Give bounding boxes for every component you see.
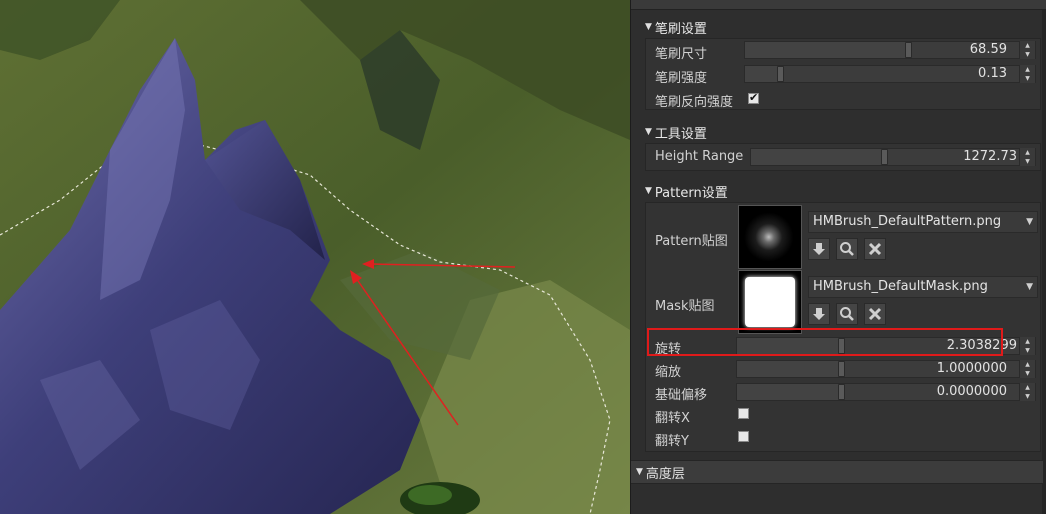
slider-fill	[751, 149, 884, 165]
collapse-triangle-icon: ▼	[645, 186, 652, 196]
brush-size-label: 笔刷尺寸	[655, 47, 708, 62]
rotation-highlight-box	[647, 328, 1003, 356]
slider-knob[interactable]	[838, 384, 845, 400]
collapse-triangle-icon: ▼	[645, 22, 652, 32]
brush-size-value[interactable]: 68.59	[970, 42, 1007, 58]
mask-preview-shape	[745, 277, 795, 327]
slider-fill	[737, 361, 841, 377]
expand-triangle-icon: ▼	[636, 467, 643, 477]
rotation-spinner[interactable]: ▲ ▼	[1019, 337, 1035, 355]
pattern-section-header[interactable]: ▼ Pattern设置	[645, 180, 1041, 202]
height-layer-title: 高度层	[645, 466, 685, 482]
height-range-slider[interactable]: 1272.73 ▲ ▼	[750, 148, 1036, 166]
scale-slider[interactable]: 1.0000000 ▲ ▼	[736, 360, 1036, 378]
terrain-viewport[interactable]	[0, 0, 630, 514]
spin-up-icon[interactable]: ▲	[1020, 337, 1035, 346]
pattern-section-title: Pattern设置	[654, 185, 728, 201]
dropdown-arrow-icon: ▼	[1026, 217, 1033, 227]
height-range-label: Height Range	[655, 149, 744, 164]
pattern-clear-button[interactable]	[864, 238, 886, 260]
base-offset-spinner[interactable]: ▲ ▼	[1019, 383, 1035, 401]
base-offset-value[interactable]: 0.0000000	[937, 384, 1007, 400]
scale-label: 缩放	[655, 365, 682, 380]
mask-browse-button[interactable]	[836, 303, 858, 325]
mask-use-selected-button[interactable]	[808, 303, 830, 325]
flip-x-label: 翻转X	[655, 411, 690, 426]
pattern-texture-dropdown[interactable]: HMBrush_DefaultPattern.png ▼	[808, 211, 1038, 233]
mask-texture-thumbnail[interactable]	[738, 270, 802, 334]
brush-invert-label: 笔刷反向强度	[655, 95, 734, 110]
brush-section-header[interactable]: ▼ 笔刷设置	[645, 16, 1041, 38]
flip-y-label: 翻转Y	[655, 434, 689, 449]
pattern-texture-thumbnail[interactable]	[738, 205, 802, 269]
slider-fill	[745, 66, 780, 82]
mask-texture-label: Mask贴图	[655, 299, 715, 314]
pattern-texture-file: HMBrush_DefaultPattern.png	[813, 214, 1002, 229]
spin-up-icon[interactable]: ▲	[1020, 148, 1035, 157]
slider-fill	[745, 42, 908, 58]
close-x-icon	[868, 242, 882, 256]
magnifier-icon	[840, 307, 854, 321]
flip-x-checkbox[interactable]	[738, 408, 749, 419]
spin-down-icon[interactable]: ▼	[1020, 346, 1035, 355]
slider-knob[interactable]	[777, 66, 784, 82]
height-range-value[interactable]: 1272.73	[963, 149, 1017, 165]
height-range-spinner[interactable]: ▲ ▼	[1019, 148, 1035, 166]
dropdown-arrow-icon: ▼	[1026, 282, 1033, 292]
slider-fill	[737, 384, 841, 400]
base-offset-slider[interactable]: 0.0000000 ▲ ▼	[736, 383, 1036, 401]
tool-section-body: Height Range 1272.73 ▲ ▼	[645, 143, 1041, 171]
slider-knob[interactable]	[881, 149, 888, 165]
scale-spinner[interactable]: ▲ ▼	[1019, 360, 1035, 378]
spin-up-icon[interactable]: ▲	[1020, 41, 1035, 50]
brush-section-title: 笔刷设置	[654, 21, 707, 37]
brush-invert-checkbox[interactable]	[748, 91, 759, 104]
pattern-browse-button[interactable]	[836, 238, 858, 260]
close-x-icon	[868, 307, 882, 321]
tool-section-header[interactable]: ▼ 工具设置	[645, 121, 1041, 143]
spin-up-icon[interactable]: ▲	[1020, 65, 1035, 74]
brush-strength-label: 笔刷强度	[655, 71, 708, 86]
tool-section-title: 工具设置	[654, 126, 707, 142]
slider-knob[interactable]	[905, 42, 912, 58]
pattern-section-body: Pattern贴图 HMBrush_DefaultPattern.png ▼ M…	[645, 202, 1041, 452]
properties-panel: ▼ 笔刷设置 笔刷尺寸 68.59 ▲ ▼ 笔刷强度 0.13 ▲ ▼ 笔刷反向强度…	[630, 0, 1046, 514]
flip-y-checkbox[interactable]	[738, 431, 749, 442]
base-offset-label: 基础偏移	[655, 388, 708, 403]
mask-texture-file: HMBrush_DefaultMask.png	[813, 279, 988, 294]
spin-down-icon[interactable]: ▼	[1020, 157, 1035, 166]
collapse-triangle-icon: ▼	[645, 127, 652, 137]
panel-top-strip	[631, 0, 1046, 10]
magnifier-icon	[840, 242, 854, 256]
scale-value[interactable]: 1.0000000	[937, 361, 1007, 377]
spin-down-icon[interactable]: ▼	[1020, 74, 1035, 83]
download-arrow-icon	[813, 243, 825, 255]
spin-down-icon[interactable]: ▼	[1020, 50, 1035, 59]
spin-down-icon[interactable]: ▼	[1020, 369, 1035, 378]
spin-down-icon[interactable]: ▼	[1020, 392, 1035, 401]
brush-size-spinner[interactable]: ▲ ▼	[1019, 41, 1035, 59]
brush-strength-spinner[interactable]: ▲ ▼	[1019, 65, 1035, 83]
pattern-use-selected-button[interactable]	[808, 238, 830, 260]
brush-size-slider[interactable]: 68.59 ▲ ▼	[744, 41, 1036, 59]
panel-scrollbar[interactable]	[1042, 10, 1046, 514]
brush-section-body: 笔刷尺寸 68.59 ▲ ▼ 笔刷强度 0.13 ▲ ▼ 笔刷反向强度	[645, 38, 1041, 110]
download-arrow-icon	[813, 308, 825, 320]
brush-strength-value[interactable]: 0.13	[978, 66, 1007, 82]
pattern-texture-label: Pattern贴图	[655, 234, 728, 249]
terrain-render	[0, 0, 630, 514]
mask-clear-button[interactable]	[864, 303, 886, 325]
spin-up-icon[interactable]: ▲	[1020, 360, 1035, 369]
mask-texture-dropdown[interactable]: HMBrush_DefaultMask.png ▼	[808, 276, 1038, 298]
height-layer-header[interactable]: ▼ 高度层	[631, 460, 1043, 484]
slider-knob[interactable]	[838, 361, 845, 377]
spin-up-icon[interactable]: ▲	[1020, 383, 1035, 392]
brush-strength-slider[interactable]: 0.13 ▲ ▼	[744, 65, 1036, 83]
